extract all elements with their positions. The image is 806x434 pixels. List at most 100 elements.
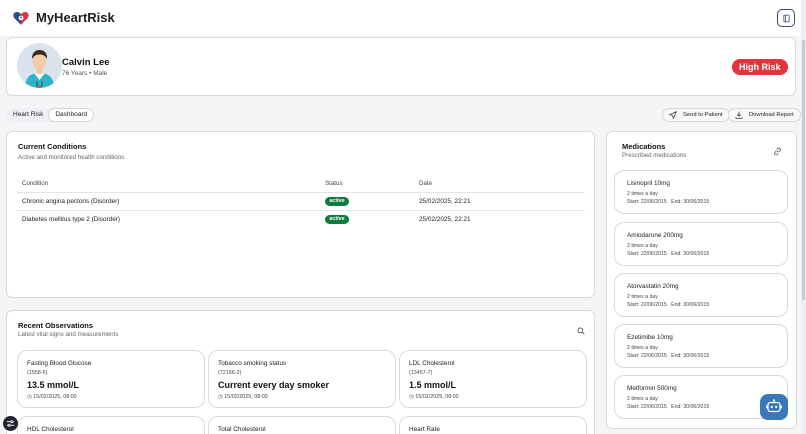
clock-icon: ◷	[27, 394, 32, 400]
condition-date: 25/02/2025, 22:21	[419, 216, 471, 223]
tab-heart-risk[interactable]: Heart Risk	[7, 109, 49, 121]
medication-end: End: 30/06/2015	[671, 302, 710, 308]
medication-frequency: 2 times a day	[627, 345, 658, 351]
observation-card[interactable]: HDL Cholesterol	[17, 416, 205, 434]
observation-name: Total Cholesterol	[218, 426, 266, 433]
condition-name: Diabetes mellitus type 2 (Disorder)	[22, 216, 121, 223]
observation-value: 1.5 mmol/L	[409, 380, 457, 390]
observation-card[interactable]: Heart Rate	[399, 416, 587, 434]
download-icon	[735, 111, 743, 119]
download-report-button[interactable]: Download Report	[728, 108, 801, 122]
medication-card[interactable]: Amiodarone 200mg 2 times a day Start: 22…	[614, 222, 788, 266]
condition-name: Chronic angina pectoris (Disorder)	[22, 198, 120, 205]
medications-subtitle: Prescribed medications	[622, 152, 687, 159]
medication-name: Atorvastatin 20mg	[627, 283, 679, 290]
medication-end: End: 30/06/2015	[671, 251, 710, 257]
observation-name: Heart Rate	[409, 426, 440, 433]
observation-value: Current every day smoker	[218, 380, 330, 390]
observation-date-text: 15/02/2025, 08:00	[33, 394, 77, 400]
clock-icon: ◷	[409, 394, 414, 400]
medication-start: Start: 22/06/2015	[627, 404, 667, 410]
observation-card[interactable]: Tobacco smoking status (72166-2) Current…	[208, 350, 396, 408]
medication-name: Metformin 500mg	[627, 385, 677, 392]
medication-end: End: 30/06/2015	[671, 353, 710, 359]
observation-value: 13.5 mmol/L	[27, 380, 80, 390]
avatar	[17, 43, 62, 88]
patient-avatar-icon	[17, 43, 62, 88]
medication-card[interactable]: Lisinopril 10mg 2 times a day Start: 22/…	[614, 170, 788, 214]
scrollbar-thumb[interactable]	[802, 40, 805, 300]
observation-card[interactable]: Total Cholesterol	[208, 416, 396, 434]
status-badge: active	[325, 197, 349, 206]
observation-name: Tobacco smoking status	[218, 360, 287, 367]
observations-subtitle: Latest vital signs and measurements	[18, 331, 119, 338]
medication-dates: Start: 22/06/2015 End: 30/06/2015	[627, 302, 709, 308]
patient-card: Calvin Lee 76 Years • Male High Risk	[6, 37, 796, 96]
observations-title: Recent Observations	[18, 321, 94, 330]
column-header-condition: Condition	[22, 180, 49, 187]
book-button[interactable]	[777, 9, 795, 27]
medication-dates: Start: 22/06/2015 End: 30/06/2015	[627, 251, 709, 257]
medication-frequency: 2 times a day	[627, 191, 658, 197]
download-report-label: Download Report	[749, 112, 794, 118]
clock-icon: ◷	[218, 394, 223, 400]
medication-end: End: 30/06/2015	[671, 404, 710, 410]
table-divider	[17, 210, 585, 211]
conditions-title: Current Conditions	[18, 142, 87, 151]
medication-card[interactable]: Atorvastatin 20mg 2 times a day Start: 2…	[614, 273, 788, 317]
observation-card[interactable]: Fasting Blood Glucose (1558-6) 13.5 mmol…	[17, 350, 205, 408]
link-icon[interactable]	[773, 147, 782, 156]
medication-name: Lisinopril 10mg	[627, 180, 670, 187]
tab-dashboard[interactable]: Dashboard	[49, 109, 94, 121]
observation-date-text: 15/02/2025, 08:00	[415, 394, 459, 400]
observation-code: (1558-6)	[27, 370, 48, 376]
observation-name: HDL Cholesterol	[27, 426, 74, 433]
observation-name: LDL Cholesterol	[409, 360, 455, 367]
conditions-card: Current Conditions Active and monitored …	[6, 131, 595, 298]
send-to-patient-button[interactable]: Send to Patient	[662, 108, 730, 122]
medication-start: Start: 22/06/2015	[627, 353, 667, 359]
observation-name: Fasting Blood Glucose	[27, 360, 92, 367]
patient-meta: 76 Years • Male	[62, 70, 108, 77]
medication-start: Start: 22/06/2015	[627, 251, 667, 257]
status-badge: active	[325, 215, 349, 224]
search-icon[interactable]	[577, 327, 585, 335]
medication-dates: Start: 22/06/2015 End: 30/06/2015	[627, 404, 709, 410]
observation-code: (13457-7)	[409, 370, 433, 376]
medication-frequency: 2 times a day	[627, 294, 658, 300]
table-divider	[17, 192, 585, 193]
medication-name: Ezetimibe 10mg	[627, 334, 673, 341]
medication-name: Amiodarone 200mg	[627, 232, 683, 239]
menu-toggle-button[interactable]	[3, 416, 18, 431]
observation-code: (72166-2)	[218, 370, 242, 376]
sliders-icon	[6, 420, 15, 427]
medication-start: Start: 22/06/2015	[627, 199, 667, 205]
risk-badge: High Risk	[732, 59, 788, 75]
medication-end: End: 30/06/2015	[671, 199, 710, 205]
medication-frequency: 2 times a day	[627, 396, 658, 402]
observation-date: ◷ 15/02/2025, 08:00	[27, 394, 77, 400]
observation-date-text: 15/02/2025, 08:00	[224, 394, 268, 400]
observation-date: ◷ 15/02/2025, 08:00	[218, 394, 268, 400]
conditions-subtitle: Active and monitored health conditions	[18, 154, 125, 161]
observation-card[interactable]: LDL Cholesterol (13457-7) 1.5 mmol/L ◷ 1…	[399, 350, 587, 408]
send-icon	[669, 111, 677, 119]
view-tabs: Heart Risk Dashboard	[6, 108, 95, 122]
medication-dates: Start: 22/06/2015 End: 30/06/2015	[627, 353, 709, 359]
patient-name: Calvin Lee	[62, 57, 110, 68]
observations-card: Recent Observations Latest vital signs a…	[6, 310, 595, 434]
medication-frequency: 2 times a day	[627, 243, 658, 249]
heart-logo-icon	[13, 11, 29, 25]
column-header-status: Status	[325, 180, 343, 187]
medication-dates: Start: 22/06/2015 End: 30/06/2015	[627, 199, 709, 205]
app-title: MyHeartRisk	[36, 10, 115, 25]
medication-card[interactable]: Ezetimibe 10mg 2 times a day Start: 22/0…	[614, 324, 788, 368]
medication-start: Start: 22/06/2015	[627, 302, 667, 308]
send-to-patient-label: Send to Patient	[683, 112, 723, 118]
book-icon	[782, 14, 790, 22]
assistant-button[interactable]	[760, 394, 788, 420]
robot-icon	[766, 399, 782, 413]
condition-date: 25/02/2025, 22:21	[419, 198, 471, 205]
column-header-date: Date	[419, 180, 433, 187]
top-bar: MyHeartRisk	[0, 0, 806, 36]
